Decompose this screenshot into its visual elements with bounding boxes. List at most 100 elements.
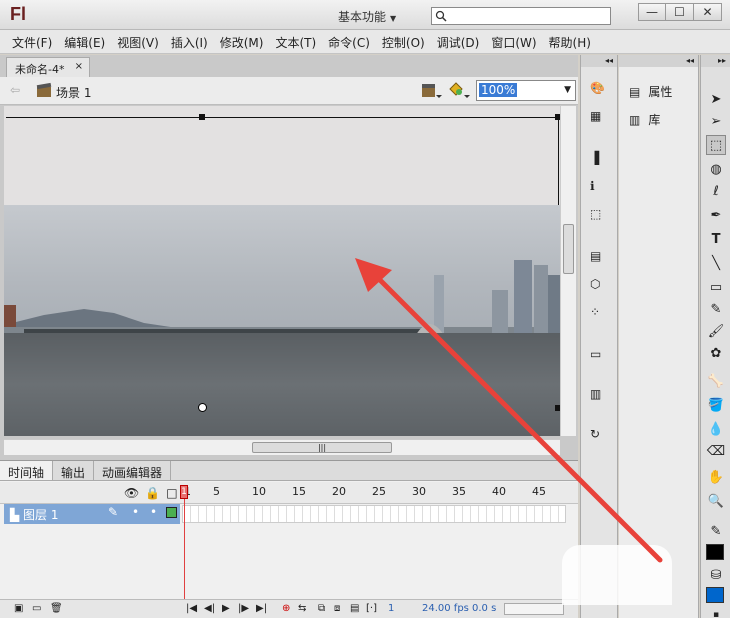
menu-control[interactable]: 控制(O) bbox=[376, 30, 431, 53]
3d-rotation-tool-icon[interactable]: ◍ bbox=[706, 159, 726, 179]
onion-outline-icon[interactable]: ⧈ bbox=[334, 603, 340, 614]
zoom-select[interactable]: 100% ▼ bbox=[476, 80, 576, 101]
menu-modify[interactable]: 修改(M) bbox=[214, 30, 270, 53]
lock-icon[interactable]: 🔒 bbox=[145, 486, 160, 500]
layer-color-swatch[interactable] bbox=[166, 507, 177, 518]
scene-panel-icon[interactable]: ▭ bbox=[590, 347, 610, 365]
stage-pasteboard[interactable] bbox=[4, 106, 560, 436]
menu-insert[interactable]: 插入(I) bbox=[165, 30, 214, 53]
eye-icon[interactable]: 👁 bbox=[124, 486, 139, 500]
modify-markers-icon[interactable]: [·] bbox=[366, 603, 377, 614]
edit-symbols-icon[interactable] bbox=[420, 81, 442, 99]
close-button[interactable]: ✕ bbox=[694, 3, 722, 21]
info-icon[interactable]: ℹ bbox=[590, 179, 610, 197]
swap-colors-icon[interactable]: ▪ bbox=[706, 605, 726, 618]
frame-ruler[interactable]: 1 5 10 15 20 25 30 35 40 45 bbox=[182, 485, 572, 501]
new-layer-icon[interactable]: ▣ bbox=[14, 603, 23, 614]
layer-row[interactable]: ▙ 图层 1 ✎ • • bbox=[0, 504, 578, 524]
fill-color-swatch[interactable] bbox=[706, 587, 724, 603]
playhead[interactable]: 1 bbox=[180, 485, 188, 499]
rectangle-tool-icon[interactable]: ▭ bbox=[706, 277, 726, 297]
deco-tool-icon[interactable]: ✿ bbox=[706, 343, 726, 363]
horizontal-scrollbar[interactable]: ||| bbox=[4, 439, 560, 455]
transform-point[interactable] bbox=[198, 403, 207, 412]
vertical-scrollbar[interactable] bbox=[560, 106, 576, 436]
free-transform-tool-icon[interactable]: ⬚ bbox=[706, 135, 726, 155]
history-icon[interactable]: ↻ bbox=[590, 427, 610, 445]
properties-tab[interactable]: ▤ 属性 bbox=[629, 83, 672, 100]
lock-dot-icon[interactable]: • bbox=[150, 505, 157, 519]
menu-debug[interactable]: 调试(D) bbox=[431, 30, 486, 53]
vertical-scroll-thumb[interactable] bbox=[563, 224, 574, 274]
stroke-color-swatch[interactable] bbox=[706, 544, 724, 560]
fill-color-icon[interactable]: ⛁ bbox=[706, 565, 726, 585]
edit-multiple-frames-icon[interactable]: ▤ bbox=[350, 603, 359, 614]
hand-tool-icon[interactable]: ✋ bbox=[706, 467, 726, 487]
new-folder-icon[interactable]: ▭ bbox=[32, 603, 41, 614]
menu-text[interactable]: 文本(T) bbox=[269, 30, 322, 53]
collapse-icon[interactable]: ◂◂ bbox=[619, 55, 698, 67]
code-snippets-icon[interactable]: ▤ bbox=[590, 249, 610, 267]
onion-skin-icon[interactable]: ⧉ bbox=[318, 603, 325, 614]
close-icon[interactable]: × bbox=[75, 61, 83, 72]
brush-tool-icon[interactable]: 🖌 bbox=[706, 321, 726, 341]
center-frame-icon[interactable]: ⊕ bbox=[282, 603, 290, 614]
tab-motion-editor[interactable]: 动画编辑器 bbox=[94, 461, 172, 480]
delete-layer-icon[interactable]: 🗑 bbox=[50, 603, 63, 614]
menu-window[interactable]: 窗口(W) bbox=[485, 30, 542, 53]
frame-rate[interactable]: 24.00 fps bbox=[422, 603, 469, 614]
selection-tool-icon[interactable]: ➤ bbox=[706, 89, 726, 109]
color-icon[interactable]: 🎨 bbox=[590, 81, 610, 99]
step-forward-icon[interactable]: |▶ bbox=[238, 603, 249, 614]
play-icon[interactable]: ▶ bbox=[222, 603, 230, 614]
outline-icon[interactable]: □ bbox=[166, 486, 177, 500]
library-tab[interactable]: ▥ 库 bbox=[629, 111, 660, 128]
eyedropper-tool-icon[interactable]: 💧 bbox=[706, 419, 726, 439]
tab-output[interactable]: 输出 bbox=[53, 461, 95, 480]
maximize-button[interactable]: ☐ bbox=[666, 3, 694, 21]
timeline-scrollbar[interactable] bbox=[504, 603, 564, 615]
go-to-last-frame-icon[interactable]: ▶| bbox=[256, 603, 267, 614]
zoom-tool-icon[interactable]: 🔍 bbox=[706, 491, 726, 511]
horizontal-scroll-thumb[interactable]: ||| bbox=[252, 442, 392, 453]
back-arrow-icon[interactable]: ⇦ bbox=[10, 83, 20, 97]
library-strip-icon[interactable]: ▥ bbox=[590, 387, 610, 405]
expand-icon[interactable]: ▸▸ bbox=[701, 55, 730, 67]
layer-label[interactable]: ▙ 图层 1 ✎ • • bbox=[4, 504, 180, 524]
help-search-input[interactable] bbox=[431, 7, 611, 25]
sea-photo[interactable] bbox=[4, 205, 560, 436]
stroke-color-icon[interactable]: ✎ bbox=[706, 521, 726, 541]
tab-timeline[interactable]: 时间轴 bbox=[0, 461, 54, 480]
menu-commands[interactable]: 命令(C) bbox=[322, 30, 376, 53]
collapse-icon[interactable]: ◂◂ bbox=[581, 55, 617, 67]
subselection-tool-icon[interactable]: ➢ bbox=[706, 111, 726, 131]
step-back-icon[interactable]: ◀| bbox=[204, 603, 215, 614]
pen-tool-icon[interactable]: ✒ bbox=[706, 205, 726, 225]
layer-frames[interactable] bbox=[182, 505, 566, 523]
minimize-button[interactable]: — bbox=[638, 3, 666, 21]
workspace-switcher[interactable]: 基本功能 ▼ bbox=[334, 6, 422, 26]
paint-bucket-tool-icon[interactable]: 🪣 bbox=[706, 395, 726, 415]
swatches-icon[interactable]: ▦ bbox=[590, 109, 610, 127]
transform-icon[interactable]: ⬚ bbox=[590, 207, 610, 225]
transform-handle-top[interactable] bbox=[199, 114, 205, 120]
menu-file[interactable]: 文件(F) bbox=[6, 30, 58, 53]
visibility-dot-icon[interactable]: • bbox=[132, 505, 139, 519]
pencil-icon[interactable]: ✎ bbox=[108, 505, 118, 519]
align-icon[interactable]: ▐ bbox=[590, 151, 610, 169]
eraser-tool-icon[interactable]: ⌫ bbox=[706, 441, 726, 461]
text-tool-icon[interactable]: T bbox=[706, 229, 726, 249]
pencil-tool-icon[interactable]: ✎ bbox=[706, 299, 726, 319]
line-tool-icon[interactable]: ╲ bbox=[706, 253, 726, 273]
bone-tool-icon[interactable]: 🦴 bbox=[706, 371, 726, 391]
edit-scene-icon[interactable] bbox=[448, 81, 470, 99]
motion-presets-icon[interactable]: ⁘ bbox=[590, 305, 610, 323]
menu-help[interactable]: 帮助(H) bbox=[543, 30, 597, 53]
menu-edit[interactable]: 编辑(E) bbox=[58, 30, 111, 53]
go-to-first-frame-icon[interactable]: |◀ bbox=[186, 603, 197, 614]
loop-icon[interactable]: ⇆ bbox=[298, 603, 306, 614]
lasso-tool-icon[interactable]: ℓ bbox=[706, 181, 726, 201]
document-tab[interactable]: 未命名-4* × bbox=[6, 57, 90, 77]
menu-view[interactable]: 视图(V) bbox=[111, 30, 165, 53]
current-frame[interactable]: 1 bbox=[388, 603, 394, 614]
